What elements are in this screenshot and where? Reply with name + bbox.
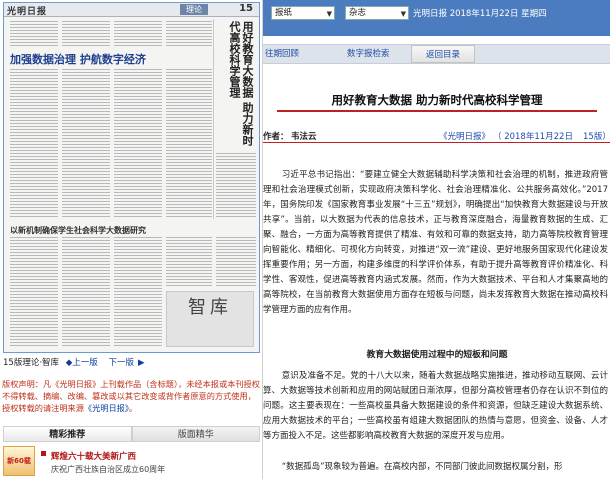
- tab-page-highlights[interactable]: 版面精华: [131, 426, 260, 442]
- article-title: 用好教育大数据 助力新时代高校科学管理: [331, 93, 543, 107]
- article-paragraph: “数据孤岛”现象较为普遍。在高校内部，不同部门彼此间数据权属分割，形: [281, 462, 563, 472]
- next-page-label: 下一版: [108, 358, 135, 368]
- promo-title[interactable]: 辉煌六十载大美新广西: [51, 450, 136, 462]
- promo-thumbnail[interactable]: 新60载: [3, 446, 35, 476]
- page-reference: 15版）: [583, 132, 610, 142]
- newspaper-masthead: 光明日报: [7, 7, 48, 17]
- text-column: [216, 237, 256, 287]
- copyright-source-link[interactable]: 《光明日报》: [84, 403, 129, 413]
- left-tab-bar: 精彩推荐 版面精华: [3, 426, 260, 442]
- text-column: [166, 237, 212, 287]
- text-column: [10, 237, 58, 347]
- prev-page-link[interactable]: ◆上一版: [66, 358, 102, 368]
- tab-recommended[interactable]: 精彩推荐: [3, 426, 132, 442]
- author-label: 作者：: [263, 132, 289, 142]
- newspaper-vertical-headline: 用好教育大数据 助力新时代高校科学管理: [228, 21, 254, 146]
- bullet-icon: [41, 451, 46, 456]
- search-type-select[interactable]: 报纸 ▼: [271, 6, 335, 20]
- publish-date: （ 2018年11月22日: [493, 132, 573, 142]
- search-type-value: 报纸: [275, 8, 293, 18]
- byline-divider: [263, 142, 610, 143]
- chevron-down-icon: ▼: [326, 10, 332, 18]
- back-to-contents-button[interactable]: 返回目录: [411, 45, 475, 63]
- author-name: 韦法云: [291, 132, 317, 142]
- article-paragraph: 意识及准备不足。党的十八大以来，随着大数据战略实施推进，推动移动互联网、云计算、…: [263, 371, 608, 441]
- newspaper-stamp: 智库: [188, 297, 232, 318]
- left-panel: 光明日报 理论 15 加强数据治理 护航数字经济 用好教育大数据 助力新时代高校…: [0, 0, 262, 479]
- page-navigation: 15版理论·智库 ◆上一版 下一版 ▶: [3, 356, 260, 370]
- next-page-link[interactable]: 下一版 ▶: [109, 358, 145, 368]
- text-column: [62, 237, 110, 347]
- prev-page-label: 上一版: [72, 358, 98, 368]
- page-number: 15: [239, 3, 253, 14]
- newspaper-header: 光明日报 理论 15: [4, 3, 259, 17]
- text-column: [10, 21, 58, 47]
- column-divider: [213, 19, 214, 219]
- top-bar: 报纸 ▼ 杂志 ▼ 光明日报 2018年11月22日 星期四: [263, 0, 610, 36]
- chevron-down-icon: ▼: [400, 10, 406, 18]
- section-tag: 理论: [180, 4, 208, 15]
- section-heading: 教育大数据使用过程中的短板和问题: [366, 350, 508, 360]
- text-column: [62, 21, 110, 47]
- text-column: [166, 21, 212, 47]
- text-column: [114, 21, 162, 47]
- newspaper-subheadline: 以新机制确保学生社会科学大数据研究: [10, 225, 146, 235]
- article-panel: 报纸 ▼ 杂志 ▼ 光明日报 2018年11月22日 星期四 往期回顾 数字报检…: [262, 0, 610, 479]
- promo-description: 庆祝广西壮族自治区成立60周年: [51, 465, 166, 474]
- text-column: [216, 153, 256, 219]
- title-divider: [277, 110, 597, 112]
- page-label: 15版理论·智库: [3, 358, 60, 368]
- tab-digital-search[interactable]: 数字报检索: [347, 45, 407, 63]
- nav-tab-bar: 往期回顾 数字报检索 返回目录: [263, 44, 610, 64]
- issue-info: 光明日报 2018年11月22日 星期四: [413, 9, 547, 19]
- newspaper-headline: 加强数据治理 护航数字经济: [10, 53, 146, 66]
- tab-previous-issues[interactable]: 往期回顾: [265, 45, 323, 63]
- source-link[interactable]: 《光明日报》: [439, 130, 490, 142]
- publication-value: 杂志: [349, 8, 367, 18]
- text-column: [10, 69, 58, 219]
- text-column: [114, 237, 162, 347]
- copyright-end: 。: [128, 403, 138, 413]
- text-column: [166, 69, 212, 219]
- promo-item[interactable]: 新60载 辉煌六十载大美新广西 庆祝广西壮族自治区成立60周年: [3, 444, 260, 479]
- article-paragraph: 习近平总书记指出：“要建立健全大数据辅助科学决策和社会治理的机制，推进政府管理和…: [263, 170, 608, 315]
- copyright-notice: 版权声明：凡《光明日报》上刊载作品（含标题），未经本报或本刊授权不得转载、摘编、…: [2, 378, 260, 414]
- text-column: [114, 69, 162, 219]
- newspaper-page-image[interactable]: 光明日报 理论 15 加强数据治理 护航数字经济 用好教育大数据 助力新时代高校…: [3, 2, 260, 353]
- publication-select[interactable]: 杂志 ▼: [345, 6, 409, 20]
- text-column: [62, 69, 110, 219]
